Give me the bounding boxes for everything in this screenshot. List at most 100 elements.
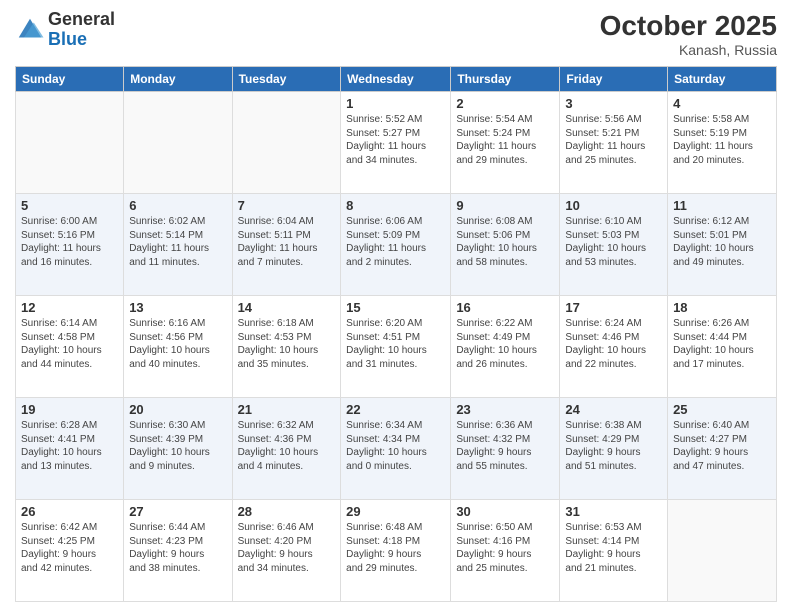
day-info: Sunrise: 6:34 AM Sunset: 4:34 PM Dayligh… xyxy=(346,419,445,473)
day-number: 17 xyxy=(565,300,662,315)
table-row: 19Sunrise: 6:28 AM Sunset: 4:41 PM Dayli… xyxy=(16,398,124,500)
day-info: Sunrise: 6:44 AM Sunset: 4:23 PM Dayligh… xyxy=(129,521,226,575)
table-row: 10 Sunrise: 6:10 AM Sunset: 5:03 PM Dayli… xyxy=(560,194,668,296)
day-number: 10 xyxy=(565,198,662,213)
table-row: 1 Sunrise: 5:52 AM Sunset: 5:27 PM Daylig… xyxy=(341,92,451,194)
day-number: 27 xyxy=(129,504,226,519)
col-sunday: Sunday xyxy=(16,67,124,92)
day-number: 20 xyxy=(129,402,226,417)
table-row: 4Sunrise: 5:58 AM Sunset: 5:19 PM Daylig… xyxy=(668,92,777,194)
table-row: 16 Sunrise: 6:22 AM Sunset: 4:49 PM Dayli… xyxy=(451,296,560,398)
table-row: 21 Sunrise: 6:32 AM Sunset: 4:36 PM Dayli… xyxy=(232,398,341,500)
table-row: 20 Sunrise: 6:30 AM Sunset: 4:39 PM Dayli… xyxy=(124,398,232,500)
day-info: Sunrise: 6:10 AM Sunset: 5:03 PM Dayligh… xyxy=(565,215,662,269)
day-info: Sunrise: 6:06 AM Sunset: 5:09 PM Dayligh… xyxy=(346,215,445,269)
day-info: Sunrise: 6:32 AM Sunset: 4:36 PM Dayligh… xyxy=(238,419,336,473)
table-row xyxy=(124,92,232,194)
table-row: 27 Sunrise: 6:44 AM Sunset: 4:23 PM Dayli… xyxy=(124,500,232,602)
table-row: 13 Sunrise: 6:16 AM Sunset: 4:56 PM Dayli… xyxy=(124,296,232,398)
table-row: 30Sunrise: 6:50 AM Sunset: 4:16 PM Dayli… xyxy=(451,500,560,602)
day-info: Sunrise: 6:16 AM Sunset: 4:56 PM Dayligh… xyxy=(129,317,226,371)
calendar-table: Sunday Monday Tuesday Wednesday Thursday… xyxy=(15,66,777,602)
day-info: Sunrise: 6:22 AM Sunset: 4:49 PM Dayligh… xyxy=(456,317,554,371)
day-number: 13 xyxy=(129,300,226,315)
day-number: 29 xyxy=(346,504,445,519)
table-row xyxy=(16,92,124,194)
col-friday: Friday xyxy=(560,67,668,92)
day-number: 12 xyxy=(21,300,118,315)
day-info: Sunrise: 5:56 AM Sunset: 5:21 PM Dayligh… xyxy=(565,113,662,167)
day-number: 5 xyxy=(21,198,118,213)
table-row: 12 Sunrise: 6:14 AM Sunset: 4:58 PM Dayli… xyxy=(16,296,124,398)
day-info: Sunrise: 5:52 AM Sunset: 5:27 PM Dayligh… xyxy=(346,113,445,167)
day-number: 7 xyxy=(238,198,336,213)
table-row: 24 Sunrise: 6:38 AM Sunset: 4:29 PM Dayli… xyxy=(560,398,668,500)
table-row: 3 Sunrise: 5:56 AM Sunset: 5:21 PM Daylig… xyxy=(560,92,668,194)
day-info: Sunrise: 6:20 AM Sunset: 4:51 PM Dayligh… xyxy=(346,317,445,371)
day-number: 2 xyxy=(456,96,554,111)
col-tuesday: Tuesday xyxy=(232,67,341,92)
day-info: Sunrise: 6:08 AM Sunset: 5:06 PM Dayligh… xyxy=(456,215,554,269)
day-number: 1 xyxy=(346,96,445,111)
calendar-week-1: 1 Sunrise: 5:52 AM Sunset: 5:27 PM Daylig… xyxy=(16,92,777,194)
day-number: 8 xyxy=(346,198,445,213)
day-info: Sunrise: 6:30 AM Sunset: 4:39 PM Dayligh… xyxy=(129,419,226,473)
calendar-week-2: 5Sunrise: 6:00 AM Sunset: 5:16 PM Daylig… xyxy=(16,194,777,296)
table-row: 14 Sunrise: 6:18 AM Sunset: 4:53 PM Dayli… xyxy=(232,296,341,398)
table-row: 28 Sunrise: 6:46 AM Sunset: 4:20 PM Dayli… xyxy=(232,500,341,602)
day-info: Sunrise: 6:40 AM Sunset: 4:27 PM Dayligh… xyxy=(673,419,771,473)
day-number: 30 xyxy=(456,504,554,519)
table-row: 18 Sunrise: 6:26 AM Sunset: 4:44 PM Dayli… xyxy=(668,296,777,398)
table-row: 26Sunrise: 6:42 AM Sunset: 4:25 PM Dayli… xyxy=(16,500,124,602)
table-row xyxy=(668,500,777,602)
day-info: Sunrise: 6:24 AM Sunset: 4:46 PM Dayligh… xyxy=(565,317,662,371)
day-info: Sunrise: 6:28 AM Sunset: 4:41 PM Dayligh… xyxy=(21,419,118,473)
day-info: Sunrise: 5:58 AM Sunset: 5:19 PM Dayligh… xyxy=(673,113,771,167)
table-row: 23Sunrise: 6:36 AM Sunset: 4:32 PM Dayli… xyxy=(451,398,560,500)
table-row: 17 Sunrise: 6:24 AM Sunset: 4:46 PM Dayli… xyxy=(560,296,668,398)
table-row: 31 Sunrise: 6:53 AM Sunset: 4:14 PM Dayli… xyxy=(560,500,668,602)
col-saturday: Saturday xyxy=(668,67,777,92)
calendar-week-3: 12 Sunrise: 6:14 AM Sunset: 4:58 PM Dayli… xyxy=(16,296,777,398)
table-row: 6 Sunrise: 6:02 AM Sunset: 5:14 PM Daylig… xyxy=(124,194,232,296)
day-number: 6 xyxy=(129,198,226,213)
day-info: Sunrise: 6:12 AM Sunset: 5:01 PM Dayligh… xyxy=(673,215,771,269)
table-row: 29Sunrise: 6:48 AM Sunset: 4:18 PM Dayli… xyxy=(341,500,451,602)
day-number: 11 xyxy=(673,198,771,213)
day-info: Sunrise: 6:04 AM Sunset: 5:11 PM Dayligh… xyxy=(238,215,336,269)
calendar-week-4: 19Sunrise: 6:28 AM Sunset: 4:41 PM Dayli… xyxy=(16,398,777,500)
day-info: Sunrise: 6:53 AM Sunset: 4:14 PM Dayligh… xyxy=(565,521,662,575)
day-info: Sunrise: 6:36 AM Sunset: 4:32 PM Dayligh… xyxy=(456,419,554,473)
month-title: October 2025 xyxy=(600,10,777,42)
day-number: 14 xyxy=(238,300,336,315)
col-wednesday: Wednesday xyxy=(341,67,451,92)
day-number: 28 xyxy=(238,504,336,519)
day-number: 21 xyxy=(238,402,336,417)
table-row: 11 Sunrise: 6:12 AM Sunset: 5:01 PM Dayli… xyxy=(668,194,777,296)
page: General Blue October 2025 Kanash, Russia… xyxy=(0,0,792,612)
day-info: Sunrise: 6:26 AM Sunset: 4:44 PM Dayligh… xyxy=(673,317,771,371)
day-number: 16 xyxy=(456,300,554,315)
logo-icon xyxy=(15,15,45,45)
day-number: 25 xyxy=(673,402,771,417)
day-info: Sunrise: 6:18 AM Sunset: 4:53 PM Dayligh… xyxy=(238,317,336,371)
day-info: Sunrise: 6:14 AM Sunset: 4:58 PM Dayligh… xyxy=(21,317,118,371)
logo: General Blue xyxy=(15,10,115,50)
day-number: 3 xyxy=(565,96,662,111)
day-info: Sunrise: 6:42 AM Sunset: 4:25 PM Dayligh… xyxy=(21,521,118,575)
day-number: 24 xyxy=(565,402,662,417)
day-number: 9 xyxy=(456,198,554,213)
col-thursday: Thursday xyxy=(451,67,560,92)
table-row: 22Sunrise: 6:34 AM Sunset: 4:34 PM Dayli… xyxy=(341,398,451,500)
day-number: 31 xyxy=(565,504,662,519)
table-row: 7 Sunrise: 6:04 AM Sunset: 5:11 PM Daylig… xyxy=(232,194,341,296)
logo-text: General Blue xyxy=(48,10,115,50)
location: Kanash, Russia xyxy=(600,42,777,58)
day-info: Sunrise: 6:38 AM Sunset: 4:29 PM Dayligh… xyxy=(565,419,662,473)
day-info: Sunrise: 6:02 AM Sunset: 5:14 PM Dayligh… xyxy=(129,215,226,269)
table-row: 2Sunrise: 5:54 AM Sunset: 5:24 PM Daylig… xyxy=(451,92,560,194)
table-row: 15Sunrise: 6:20 AM Sunset: 4:51 PM Dayli… xyxy=(341,296,451,398)
day-info: Sunrise: 6:46 AM Sunset: 4:20 PM Dayligh… xyxy=(238,521,336,575)
logo-blue: Blue xyxy=(48,29,87,49)
day-number: 18 xyxy=(673,300,771,315)
